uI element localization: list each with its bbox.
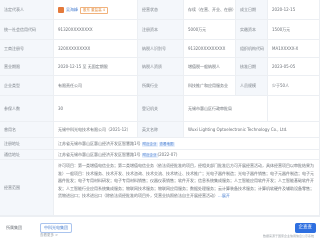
person-role-tag[interactable]: 股东 董监高 4 bbox=[80, 6, 108, 14]
row10-label-a: 经营范围 bbox=[0, 160, 54, 216]
nearby-company-button-2[interactable]: 附近企业 bbox=[141, 153, 158, 158]
row1-value-b: 存续（在营、开业、在册） bbox=[184, 0, 236, 20]
row6-label-b: 登记机关 bbox=[138, 96, 184, 122]
company-info-table: 法定代表人 吴海峰 股东 董监高 4 经营状态 存续（在营、开业、在册） 成立日期… bbox=[0, 0, 320, 216]
row5-value-a: 有限责任公司 bbox=[54, 76, 138, 96]
row4-label-a: 营业期限 bbox=[0, 58, 54, 76]
row4-value-a: 2020-12-15 至 无固定期限 bbox=[54, 58, 138, 76]
row9-value-a: 江苏省无锡市惠山区惠山经济开发区智慧路1号 附近企业(2022-07) bbox=[54, 150, 320, 160]
row2-label-c: 实缴资本 bbox=[236, 20, 268, 40]
row2-value-c: 1500万元 bbox=[268, 20, 320, 40]
row3-value-b: 91320XXXXXXXXX bbox=[184, 40, 236, 58]
row8-value-a: 江苏省无锡市惠山区惠山经济开发区智慧路1号 附近企业 查看地图 bbox=[54, 138, 320, 150]
person-avatar-icon bbox=[58, 7, 64, 13]
row1-value-c: 2020-12-15 bbox=[268, 0, 320, 20]
row2-value-a: 91320XXXXXXXX bbox=[54, 20, 138, 40]
row8-label-a: 注册地址 bbox=[0, 138, 54, 150]
row7-value-a: 无锡中科光电技术有限公司（2021-12） bbox=[54, 122, 138, 138]
row3-label-a: 工商注册号 bbox=[0, 40, 54, 58]
row4-value-b: 增值税一般纳税人 bbox=[184, 58, 236, 76]
row1-label-c: 成立日期 bbox=[236, 0, 268, 20]
view-more-link[interactable]: 查看更多 > bbox=[40, 233, 58, 238]
row9-label-a: 通信地址 bbox=[0, 150, 54, 160]
row3-value-c: MA1XXXXX-X bbox=[268, 40, 320, 58]
row2-label-b: 注册资本 bbox=[138, 20, 184, 40]
row1-value-a[interactable]: 吴海峰 股东 董监高 4 bbox=[54, 0, 138, 20]
row6-value-a: 30 bbox=[54, 96, 138, 122]
row5-value-c: 少于50人 bbox=[268, 76, 320, 96]
group-tag-link[interactable]: 中科光电集团 bbox=[40, 223, 72, 233]
row3-label-c: 组织机构代码 bbox=[236, 40, 268, 58]
row7-value-b: Wuxi Lighting Optoelectronic Technology … bbox=[184, 122, 320, 138]
row2-value-b: 5000万元 bbox=[184, 20, 236, 40]
row7-label-a: 曾用名 bbox=[0, 122, 54, 138]
row5-label-a: 企业类型 bbox=[0, 76, 54, 96]
row1-label-a: 法定代表人 bbox=[0, 0, 54, 20]
row6-value-b: 无锡市惠山区行政审批局 bbox=[184, 96, 268, 122]
row5-label-c: 人员规模 bbox=[236, 76, 268, 96]
group-label: 所属集团 bbox=[6, 225, 22, 230]
bottom-group-bar: 所属集团 中科光电集团 查看更多 > 企查查 数据来源于国家企业信用信息公示系统 bbox=[0, 216, 320, 240]
row5-value-b: 科技推广和应用服务业 bbox=[184, 76, 236, 96]
row6-empty bbox=[268, 96, 320, 122]
row4-label-b: 纳税人资质 bbox=[138, 58, 184, 76]
expand-link[interactable]: ...展开 bbox=[218, 193, 230, 198]
row6-label-a: 参保人数 bbox=[0, 96, 54, 122]
nearby-company-button[interactable]: 附近企业 bbox=[141, 142, 158, 147]
data-source-hint: 数据来源于国家企业信用信息公示系统 bbox=[262, 234, 314, 238]
row4-value-c: 2023-05-05 bbox=[268, 58, 320, 76]
business-scope-text: 许可项目：第一类增值电信业务；第二类增值电信业务（依法须经批准的项目，经相关部门… bbox=[54, 160, 320, 216]
row4-label-c: 核准日期 bbox=[236, 58, 268, 76]
row2-label-a: 统一社会信用代码 bbox=[0, 20, 54, 40]
row3-label-b: 纳税人识别号 bbox=[138, 40, 184, 58]
qcc-logo: 企查查 bbox=[294, 223, 316, 233]
row3-value-a: 320XXXXXXXXX bbox=[54, 40, 138, 58]
row1-label-b: 经营状态 bbox=[138, 0, 184, 20]
row7-label-b: 英文名称 bbox=[138, 122, 184, 138]
row5-label-b: 所属行业 bbox=[138, 76, 184, 96]
view-map-button[interactable]: 查看地图 bbox=[158, 142, 175, 147]
